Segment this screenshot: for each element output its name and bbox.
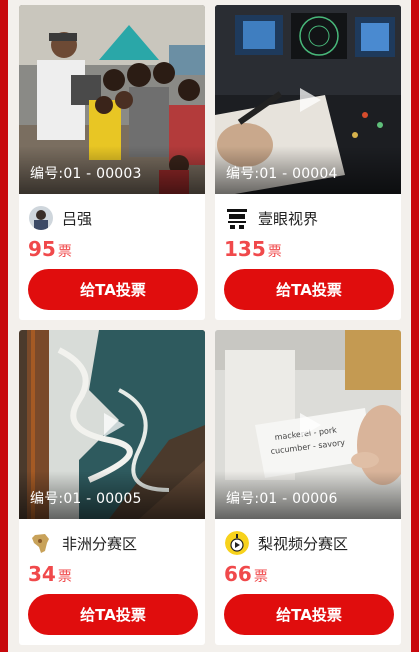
vote-unit: 票 [253, 569, 268, 585]
video-thumbnail[interactable]: mackerel - pork cucumber - savory 编号:01 … [215, 330, 401, 519]
vote-number: 135 [224, 237, 266, 261]
vote-button[interactable]: 给TA投票 [224, 594, 394, 635]
africa-map-avatar [29, 531, 53, 555]
yiyan-logo-avatar [225, 206, 249, 230]
author-name: 壹眼视界 [258, 209, 319, 228]
pear-video-avatar [225, 531, 249, 555]
page-frame: 编号:01 - 00003 吕强 95 票 给TA投票 编号:01 - 0000… [8, 0, 411, 652]
play-icon[interactable] [296, 87, 322, 113]
vote-unit: 票 [57, 569, 72, 585]
vote-count: 95 票 [28, 237, 72, 261]
video-thumbnail[interactable]: 编号:01 - 00004 [215, 5, 401, 194]
entry-card[interactable]: 编号:01 - 00005 非洲分赛区 34 票 给TA投票 [19, 330, 205, 645]
vote-count: 34 票 [28, 562, 72, 586]
vote-unit: 票 [267, 244, 282, 260]
author-name: 非洲分赛区 [62, 534, 138, 553]
author-row: 梨视频分赛区 [225, 530, 348, 556]
vote-count: 135 票 [224, 237, 282, 261]
author-row: 非洲分赛区 [29, 530, 137, 556]
vote-count: 66 票 [224, 562, 268, 586]
entry-card[interactable]: mackerel - pork cucumber - savory 编号:01 … [215, 330, 401, 645]
author-row: 吕强 [29, 205, 92, 231]
video-thumbnail[interactable]: 编号:01 - 00003 [19, 5, 205, 194]
author-row: 壹眼视界 [225, 205, 318, 231]
entry-code: 编号:01 - 00005 [30, 491, 142, 507]
user-photo-avatar [29, 206, 53, 230]
vote-button[interactable]: 给TA投票 [28, 594, 198, 635]
play-icon[interactable] [100, 412, 126, 438]
entry-card[interactable]: 编号:01 - 00003 吕强 95 票 给TA投票 [19, 5, 205, 320]
vote-button[interactable]: 给TA投票 [224, 269, 394, 310]
entry-code: 编号:01 - 00003 [30, 166, 142, 182]
video-thumbnail[interactable]: 编号:01 - 00005 [19, 330, 205, 519]
entry-card[interactable]: 编号:01 - 00004 壹眼视界 135 票 给TA投票 [215, 5, 401, 320]
vote-unit: 票 [57, 244, 72, 260]
vote-number: 66 [224, 562, 252, 586]
vote-number: 95 [28, 237, 56, 261]
author-name: 吕强 [62, 209, 93, 228]
entry-code: 编号:01 - 00004 [226, 166, 338, 182]
play-icon[interactable] [296, 412, 322, 438]
vote-button[interactable]: 给TA投票 [28, 269, 198, 310]
author-name: 梨视频分赛区 [258, 534, 349, 553]
vote-number: 34 [28, 562, 56, 586]
entry-code: 编号:01 - 00006 [226, 491, 338, 507]
